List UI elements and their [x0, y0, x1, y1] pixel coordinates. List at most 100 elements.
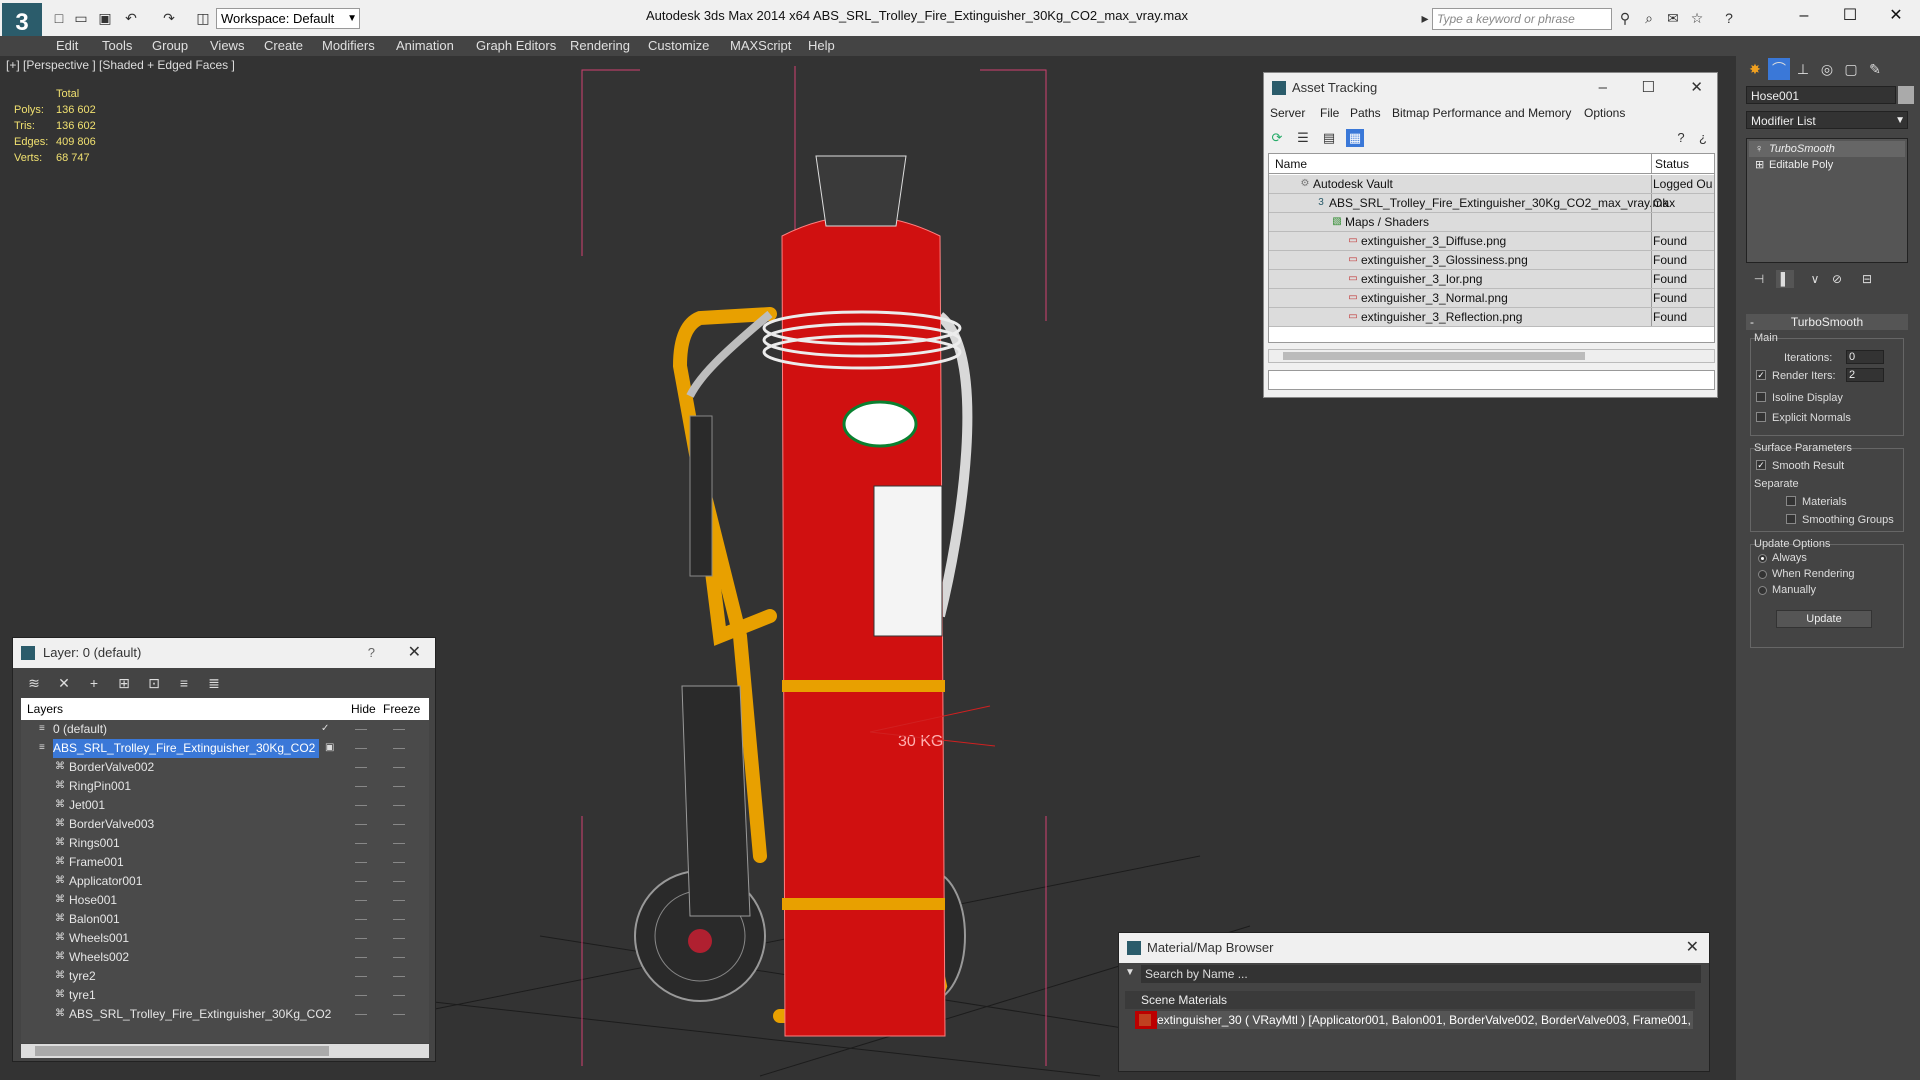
layer-manager-icon[interactable]: ≋	[25, 674, 43, 692]
layer-row[interactable]: ⌘ Hose001	[21, 891, 429, 910]
horizontal-scrollbar[interactable]	[1268, 349, 1715, 363]
layer-tree[interactable]: Layers Hide Freeze ≡ 0 (default) ✓ ≡ ABS_SRL…	[21, 698, 429, 1043]
column-header-name[interactable]: Name	[1275, 154, 1307, 174]
menu-edit[interactable]: Edit	[56, 38, 78, 53]
options-dropdown-icon[interactable]: ▼	[1125, 967, 1135, 978]
utilities-tab-icon[interactable]: ✎	[1864, 58, 1886, 80]
scrollbar-thumb[interactable]	[35, 1046, 329, 1056]
render-iters-spinner[interactable]: 2	[1846, 368, 1884, 382]
display-tab-icon[interactable]: ▢	[1840, 58, 1862, 80]
asset-row[interactable]: ▭ extinguisher_3_Reflection.png Found	[1269, 308, 1714, 327]
close-icon[interactable]: ✕	[1690, 73, 1703, 103]
scene-materials-group[interactable]: Scene Materials	[1125, 991, 1695, 1009]
layer-row[interactable]: ⌘ Wheels001	[21, 929, 429, 948]
modifier-stack[interactable]: ♀ TurboSmooth ⊞ Editable Poly	[1746, 138, 1908, 263]
separate-smoothing-groups-checkbox[interactable]	[1786, 514, 1796, 524]
column-header-status[interactable]: Status	[1655, 154, 1689, 174]
menu-animation[interactable]: Animation	[396, 38, 454, 53]
hide-toggle[interactable]	[355, 938, 367, 939]
help-icon[interactable]: ?	[368, 638, 375, 668]
search-input[interactable]: Search by Name ...	[1141, 965, 1701, 983]
project-folder-icon[interactable]: ◫	[194, 9, 212, 27]
render-iters-checkbox[interactable]: ✓	[1756, 370, 1766, 380]
asset-row[interactable]: ▧ Maps / Shaders	[1269, 213, 1714, 232]
asset-menu-file[interactable]: File	[1320, 106, 1339, 120]
close-button[interactable]: ✕	[1876, 4, 1916, 28]
update-manually-radio[interactable]	[1758, 586, 1767, 595]
layer-row[interactable]: ⌘ Wheels002	[21, 948, 429, 967]
asset-row[interactable]: ⚙ Autodesk Vault Logged Ou	[1269, 175, 1714, 194]
refresh-icon[interactable]: ⟳	[1268, 129, 1286, 147]
favorites-star-icon[interactable]: ☆	[1688, 9, 1706, 27]
freeze-toggle[interactable]	[393, 938, 405, 939]
hide-toggle[interactable]	[355, 786, 367, 787]
update-button[interactable]: Update	[1776, 610, 1872, 628]
column-header-layers[interactable]: Layers	[27, 698, 63, 720]
layer-row[interactable]: ⌘ Jet001	[21, 796, 429, 815]
layer-row[interactable]: ⌘ Balon001	[21, 910, 429, 929]
pin-stack-icon[interactable]: ⊣	[1750, 270, 1768, 288]
context-help-icon[interactable]: ¿	[1694, 129, 1712, 147]
stack-item-editable-poly[interactable]: ⊞ Editable Poly	[1749, 157, 1905, 173]
help-icon[interactable]: ?	[1672, 129, 1690, 147]
menu-help[interactable]: Help	[808, 38, 835, 53]
select-objects-icon[interactable]: ⊡	[145, 674, 163, 692]
hide-toggle[interactable]	[355, 881, 367, 882]
object-color-swatch[interactable]	[1898, 86, 1914, 104]
freeze-toggle[interactable]	[393, 900, 405, 901]
close-icon[interactable]: ✕	[408, 638, 421, 668]
menu-customize[interactable]: Customize	[648, 38, 709, 53]
horizontal-scrollbar[interactable]	[21, 1044, 429, 1058]
asset-tracking-titlebar[interactable]: Asset Tracking – ☐ ✕	[1264, 73, 1717, 103]
freeze-toggle[interactable]	[393, 1014, 405, 1015]
isoline-display-checkbox[interactable]	[1756, 392, 1766, 402]
separate-materials-checkbox[interactable]	[1786, 496, 1796, 506]
hide-toggle[interactable]	[355, 862, 367, 863]
freeze-toggle[interactable]	[393, 729, 405, 730]
table-view-icon[interactable]: ▤	[1320, 129, 1338, 147]
set-current-icon[interactable]: ▣	[325, 743, 335, 753]
hide-toggle[interactable]	[355, 976, 367, 977]
lightbulb-icon[interactable]: ♀	[1755, 141, 1763, 157]
freeze-toggle[interactable]	[393, 824, 405, 825]
freeze-toggle[interactable]	[393, 805, 405, 806]
layer-panel-titlebar[interactable]: Layer: 0 (default) ? ✕	[13, 638, 435, 668]
material-item[interactable]: extinguisher_30 ( VRayMtl ) [Applicator0…	[1135, 1011, 1693, 1029]
update-when-rendering-radio[interactable]	[1758, 570, 1767, 579]
hide-toggle[interactable]	[355, 729, 367, 730]
create-tab-icon[interactable]: ✸	[1744, 58, 1766, 80]
layer-row[interactable]: ⌘ BorderValve002	[21, 758, 429, 777]
list-view-icon[interactable]: ☰	[1294, 129, 1312, 147]
column-divider[interactable]	[1651, 154, 1652, 173]
layer-row[interactable]: ⌘ Rings001	[21, 834, 429, 853]
save-icon[interactable]: ▣	[96, 9, 114, 27]
menu-tools[interactable]: Tools	[102, 38, 132, 53]
maximize-button[interactable]: ☐	[1642, 73, 1655, 103]
asset-row[interactable]: ▭ extinguisher_3_Normal.png Found	[1269, 289, 1714, 308]
asset-menu-server[interactable]: Server	[1270, 106, 1305, 120]
redo-icon[interactable]: ↷	[160, 9, 178, 27]
hide-toggle[interactable]	[355, 843, 367, 844]
expand-icon[interactable]: ⊞	[1755, 157, 1764, 173]
workspace-dropdown[interactable]: Workspace: Default ▼	[216, 8, 360, 29]
freeze-toggle[interactable]	[393, 957, 405, 958]
hide-toggle[interactable]	[355, 957, 367, 958]
modifier-list-dropdown[interactable]: Modifier List ▼	[1746, 111, 1908, 129]
asset-row[interactable]: 3 ABS_SRL_Trolley_Fire_Extinguisher_30Kg_…	[1269, 194, 1714, 213]
menu-rendering[interactable]: Rendering	[570, 38, 630, 53]
search-input[interactable]: Type a keyword or phrase	[1432, 8, 1612, 30]
menu-modifiers[interactable]: Modifiers	[322, 38, 375, 53]
minimize-button[interactable]: –	[1599, 73, 1607, 103]
layer-row[interactable]: ≡ ABS_SRL_Trolley_Fire_Extinguisher_30Kg_…	[21, 739, 429, 758]
highlight-layer-icon[interactable]: ≡	[175, 674, 193, 692]
hide-toggle[interactable]	[355, 805, 367, 806]
show-end-result-icon[interactable]: ▌	[1776, 270, 1794, 288]
asset-table[interactable]: Name Status ⚙ Autodesk Vault Logged Ou 3 ABS…	[1268, 153, 1715, 343]
layer-row[interactable]: ≡ 0 (default) ✓	[21, 720, 429, 739]
scrollbar-thumb[interactable]	[1283, 352, 1585, 360]
asset-row[interactable]: ▭ extinguisher_3_Ior.png Found	[1269, 270, 1714, 289]
new-layer-icon[interactable]: +	[85, 674, 103, 692]
layer-row[interactable]: ⌘ tyre1	[21, 986, 429, 1005]
asset-row[interactable]: ▭ extinguisher_3_Diffuse.png Found	[1269, 232, 1714, 251]
add-selection-icon[interactable]: ⊞	[115, 674, 133, 692]
